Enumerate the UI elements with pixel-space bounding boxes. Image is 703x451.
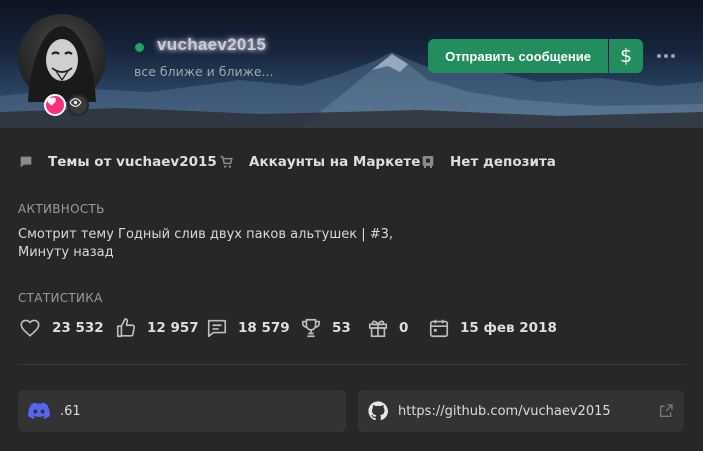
- eye-badge-icon[interactable]: [67, 94, 89, 116]
- dollar-icon: $: [619, 44, 633, 67]
- deposit-icon: [422, 156, 434, 168]
- section-divider: [18, 364, 686, 365]
- message-icon: [20, 156, 32, 168]
- market-accounts-link[interactable]: Аккаунты на Маркете: [218, 154, 420, 170]
- heart-icon: [20, 319, 40, 337]
- discord-username: .61: [60, 403, 81, 419]
- cart-icon: [220, 155, 233, 168]
- external-link-icon[interactable]: [658, 403, 674, 419]
- profile-content: Темы от vuchaev2015 Аккаунты на Маркете …: [0, 128, 703, 451]
- trophy-icon: [301, 318, 321, 338]
- avatar[interactable]: [18, 14, 106, 116]
- github-icon: [368, 401, 388, 421]
- online-status-dot: [135, 43, 144, 52]
- deposit-link[interactable]: Нет депозита: [420, 154, 556, 170]
- comment-icon: [207, 319, 227, 338]
- thumbs-up-icon: [116, 318, 136, 338]
- discord-contact-card[interactable]: .61: [18, 390, 346, 432]
- activity-title: АКТИВНОСТЬ: [18, 202, 105, 216]
- stat-trophies: 53: [300, 317, 351, 339]
- heart-badge-icon[interactable]: [44, 94, 66, 116]
- stat-messages: 18 579: [206, 317, 290, 339]
- stat-likes: 23 532: [18, 317, 104, 339]
- stat-sympathies: 12 957: [115, 317, 199, 339]
- donate-button[interactable]: $: [609, 39, 643, 73]
- username: vuchaev2015: [157, 35, 267, 54]
- github-link[interactable]: https://github.com/vuchaev2015: [398, 404, 611, 419]
- avatar-image: [18, 14, 106, 102]
- more-icon: [657, 54, 661, 58]
- discord-icon: [28, 402, 50, 419]
- user-threads-link[interactable]: Темы от vuchaev2015: [18, 154, 217, 170]
- stat-registration-date: 15 фев 2018: [428, 317, 557, 339]
- github-contact-card[interactable]: https://github.com/vuchaev2015: [358, 390, 684, 432]
- activity-text[interactable]: Смотрит тему Годный слив двух паков альт…: [18, 226, 428, 262]
- send-message-button[interactable]: Отправить сообщение: [428, 39, 608, 73]
- calendar-icon: [429, 319, 449, 338]
- stat-gifts: 0: [367, 317, 408, 339]
- gift-icon: [368, 320, 388, 338]
- profile-banner: vuchaev2015 все ближе и ближе... Отправи…: [0, 0, 703, 128]
- stats-title: СТАТИСТИКА: [18, 291, 103, 305]
- more-options-button[interactable]: [652, 48, 680, 64]
- status-text: все ближе и ближе...: [134, 64, 274, 79]
